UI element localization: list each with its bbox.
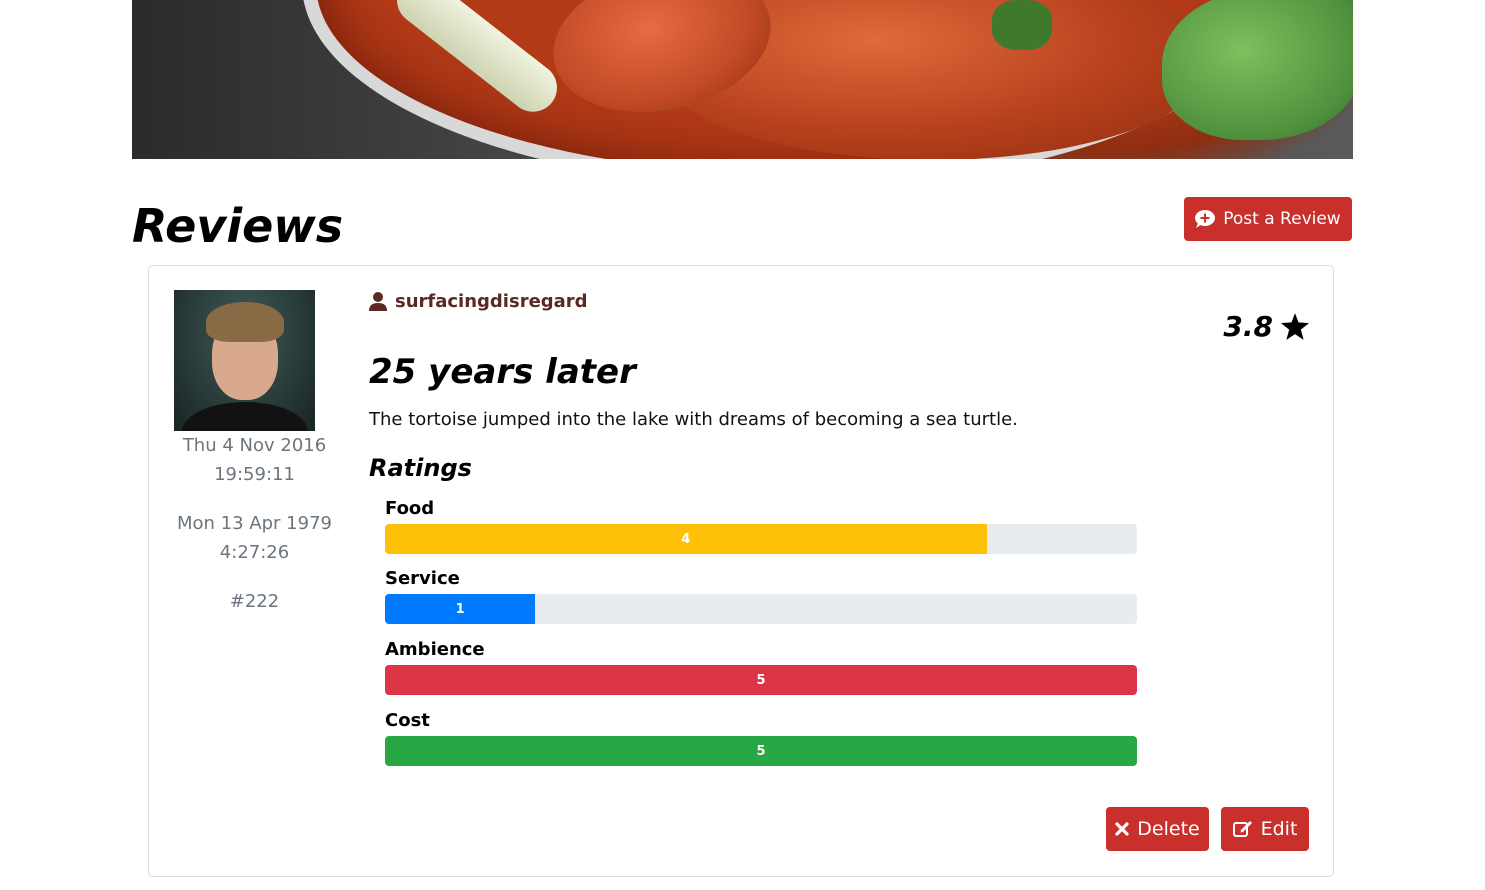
created-date: Thu 4 Nov 2016 [182, 435, 327, 456]
rating-fill: 4 [385, 524, 987, 554]
review-body: The tortoise jumped into the lake with d… [369, 409, 1018, 430]
review-score: 3.8 [1223, 310, 1309, 343]
herb-shape [992, 0, 1052, 50]
second-time: 4:27:26 [219, 542, 290, 563]
rating-bar: 5 [385, 736, 1137, 766]
rating-label: Cost [385, 710, 430, 731]
close-icon [1115, 822, 1129, 836]
hero-food-image [132, 0, 1353, 159]
rating-bar: 1 [385, 594, 1137, 624]
review-created: Thu 4 Nov 2016 19:59:11 [149, 431, 360, 489]
review-visit: Mon 13 Apr 1979 4:27:26 [149, 509, 360, 567]
author-name: surfacingdisregard [395, 291, 588, 312]
edit-button[interactable]: Edit [1221, 807, 1309, 851]
lettuce-leaf-shape [1162, 0, 1353, 140]
star-icon [1281, 313, 1309, 340]
rating-fill: 5 [385, 736, 1137, 766]
review-author[interactable]: surfacingdisregard [369, 291, 588, 312]
rating-label: Ambience [385, 639, 485, 660]
page-title: Reviews [132, 199, 344, 253]
delete-label: Delete [1137, 818, 1200, 840]
rating-cost: Cost 5 [385, 710, 1137, 766]
rating-bar: 5 [385, 665, 1137, 695]
score-value: 3.8 [1223, 310, 1273, 343]
user-icon [369, 292, 387, 311]
avatar-hair [206, 302, 284, 342]
rating-label: Service [385, 568, 460, 589]
rating-service: Service 1 [385, 568, 1137, 624]
rating-label: Food [385, 498, 435, 519]
rating-food: Food 4 [385, 498, 1137, 554]
avatar-shirt [182, 402, 308, 431]
ratings-heading: Ratings [369, 454, 472, 482]
created-time: 19:59:11 [214, 464, 295, 485]
review-title: 25 years later [369, 352, 636, 392]
review-card: Thu 4 Nov 2016 19:59:11 Mon 13 Apr 1979 … [148, 265, 1334, 877]
post-review-button[interactable]: Post a Review [1184, 197, 1352, 241]
second-date: Mon 13 Apr 1979 [177, 513, 332, 534]
rating-fill: 1 [385, 594, 536, 624]
rating-bar: 4 [385, 524, 1137, 554]
rating-fill: 5 [385, 665, 1137, 695]
delete-button[interactable]: Delete [1106, 807, 1209, 851]
avatar [174, 290, 315, 431]
edit-icon [1232, 821, 1252, 837]
rating-ambience: Ambience 5 [385, 639, 1137, 695]
post-review-label: Post a Review [1223, 209, 1341, 229]
edit-label: Edit [1260, 818, 1298, 840]
review-id: #222 [229, 591, 280, 612]
comment-plus-icon [1195, 210, 1216, 228]
